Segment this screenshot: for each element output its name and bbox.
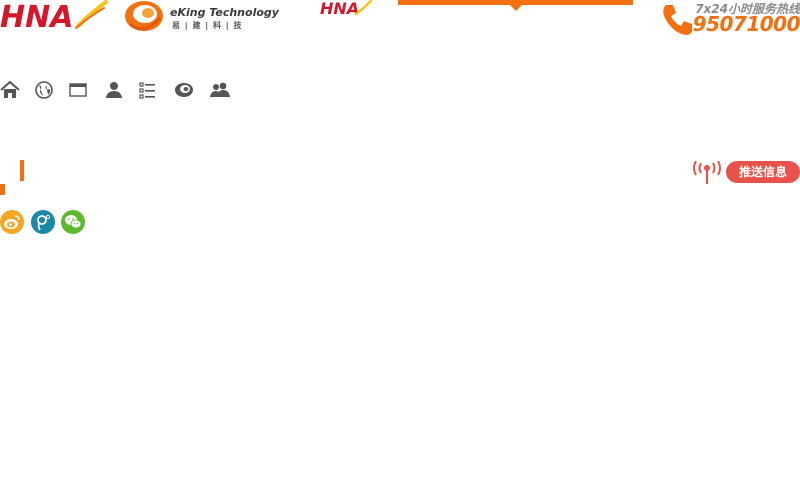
eking-swirl-logo [125,1,163,31]
group-icon[interactable] [210,80,230,100]
hna-small-logo-text: HNA [320,0,359,16]
tencent-weibo-icon[interactable] [31,210,55,234]
hotline-number[interactable]: 95071000 [690,12,800,36]
hna-logo-text: HNA [0,0,73,32]
list-icon[interactable] [138,80,158,100]
push-info-button[interactable]: 推送信息 [726,161,800,183]
eking-swirl-icon[interactable] [174,80,194,100]
hna-logo[interactable]: HNA [0,0,110,35]
section-marker [0,184,5,195]
home-icon[interactable] [0,80,20,100]
eking-name: eKing Technology [170,6,279,19]
signal-broadcast-icon [692,160,722,185]
hna-small-logo[interactable]: HNA [320,0,373,18]
eking-logo[interactable]: eKing Technology 易 | 建 | 科 | 技 [124,0,279,34]
section-marker [20,160,24,181]
top-accent-bar-notch [510,5,522,11]
user-icon[interactable] [104,80,124,100]
wechat-icon[interactable] [61,210,85,234]
browser-window-icon[interactable] [68,80,88,100]
weibo-icon[interactable] [0,210,24,234]
eking-chinese-name: 易 | 建 | 科 | 技 [172,21,243,30]
globe-icon[interactable] [34,80,54,100]
